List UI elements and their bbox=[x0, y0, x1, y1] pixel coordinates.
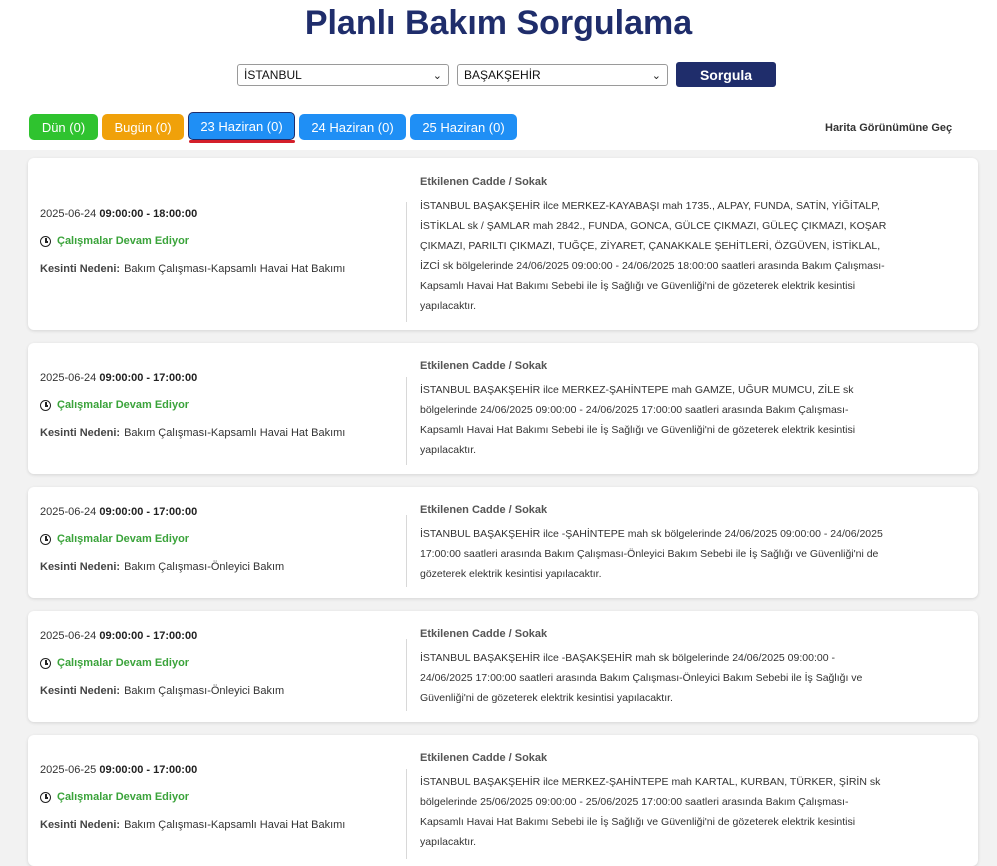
outage-status: Çalışmalar Devam Ediyor bbox=[40, 657, 189, 669]
affected-streets-title: Etkilenen Cadde / Sokak bbox=[420, 504, 548, 516]
outage-status: Çalışmalar Devam Ediyor bbox=[40, 235, 189, 247]
outage-card: 2025-06-25 09:00:00 - 17:00:00 Çalışmala… bbox=[28, 735, 978, 866]
outage-reason: Kesinti Nedeni: Bakım Çalışması-Önleyici … bbox=[40, 561, 285, 573]
chevron-down-icon: ⌄ bbox=[432, 69, 442, 82]
outage-status: Çalışmalar Devam Ediyor bbox=[40, 533, 189, 545]
divider bbox=[406, 769, 407, 859]
affected-streets-description: İSTANBUL BAŞAKŞEHİR ilce MERKEZ-ŞAHİNTEP… bbox=[420, 384, 856, 456]
outage-card: 2025-06-24 09:00:00 - 18:00:00 Çalışmala… bbox=[28, 158, 978, 330]
affected-streets-description: İSTANBUL BAŞAKŞEHİR ilce MERKEZ-ŞAHİNTEP… bbox=[420, 776, 881, 848]
outage-card: 2025-06-24 09:00:00 - 17:00:00 Çalışmala… bbox=[28, 343, 978, 474]
affected-streets-title: Etkilenen Cadde / Sokak bbox=[420, 628, 548, 640]
affected-streets-description: İSTANBUL BAŞAKŞEHİR ilce -BAŞAKŞEHİR mah… bbox=[420, 652, 863, 704]
outage-reason: Kesinti Nedeni: Bakım Çalışması-Kapsamlı … bbox=[40, 263, 346, 275]
outage-card: 2025-06-24 09:00:00 - 17:00:00 Çalışmala… bbox=[28, 487, 978, 598]
map-view-link[interactable]: Harita Görünümüne Geç bbox=[825, 122, 952, 134]
page-header: Planlı Bakım Sorgulama İSTANBUL ⌄ BAŞAKŞ… bbox=[0, 0, 997, 150]
tab-today[interactable]: Bugün (0) bbox=[102, 114, 184, 140]
affected-streets-title: Etkilenen Cadde / Sokak bbox=[420, 176, 548, 188]
clock-icon bbox=[40, 657, 51, 669]
active-tab-indicator bbox=[189, 140, 295, 143]
outage-reason: Kesinti Nedeni: Bakım Çalışması-Kapsamlı … bbox=[40, 427, 346, 439]
clock-icon bbox=[40, 399, 51, 411]
outage-datetime: 2025-06-24 09:00:00 - 17:00:00 bbox=[40, 372, 198, 384]
city-select[interactable]: İSTANBUL ⌄ bbox=[237, 64, 449, 86]
city-select-value: İSTANBUL bbox=[244, 68, 302, 82]
outage-datetime: 2025-06-24 09:00:00 - 17:00:00 bbox=[40, 506, 198, 518]
outage-status: Çalışmalar Devam Ediyor bbox=[40, 791, 189, 803]
affected-streets-title: Etkilenen Cadde / Sokak bbox=[420, 752, 548, 764]
tab-june-25[interactable]: 25 Haziran (0) bbox=[410, 114, 517, 140]
tab-june-24[interactable]: 24 Haziran (0) bbox=[299, 114, 406, 140]
outage-card: 2025-06-24 09:00:00 - 17:00:00 Çalışmala… bbox=[28, 611, 978, 722]
clock-icon bbox=[40, 235, 51, 247]
clock-icon bbox=[40, 533, 51, 545]
query-button[interactable]: Sorgula bbox=[676, 62, 776, 87]
tab-yesterday[interactable]: Dün (0) bbox=[29, 114, 98, 140]
outage-datetime: 2025-06-24 09:00:00 - 18:00:00 bbox=[40, 208, 198, 220]
page-title: Planlı Bakım Sorgulama bbox=[304, 4, 693, 42]
clock-icon bbox=[40, 791, 51, 803]
outage-datetime: 2025-06-24 09:00:00 - 17:00:00 bbox=[40, 630, 198, 642]
divider bbox=[406, 639, 407, 711]
district-select-value: BAŞAKŞEHİR bbox=[464, 68, 541, 82]
tab-june-23[interactable]: 23 Haziran (0) bbox=[188, 112, 295, 140]
divider bbox=[406, 515, 407, 587]
outage-reason: Kesinti Nedeni: Bakım Çalışması-Kapsamlı … bbox=[40, 819, 346, 831]
outage-status: Çalışmalar Devam Ediyor bbox=[40, 399, 189, 411]
outage-datetime: 2025-06-25 09:00:00 - 17:00:00 bbox=[40, 764, 198, 776]
affected-streets-description: İSTANBUL BAŞAKŞEHİR ilce MERKEZ-KAYABAŞI… bbox=[420, 200, 887, 312]
outage-reason: Kesinti Nedeni: Bakım Çalışması-Önleyici … bbox=[40, 685, 285, 697]
affected-streets-title: Etkilenen Cadde / Sokak bbox=[420, 360, 548, 372]
district-select[interactable]: BAŞAKŞEHİR ⌄ bbox=[457, 64, 668, 86]
affected-streets-description: İSTANBUL BAŞAKŞEHİR ilce -ŞAHİNTEPE mah … bbox=[420, 528, 883, 580]
divider bbox=[406, 202, 407, 322]
chevron-down-icon: ⌄ bbox=[651, 69, 661, 82]
divider bbox=[406, 377, 407, 465]
